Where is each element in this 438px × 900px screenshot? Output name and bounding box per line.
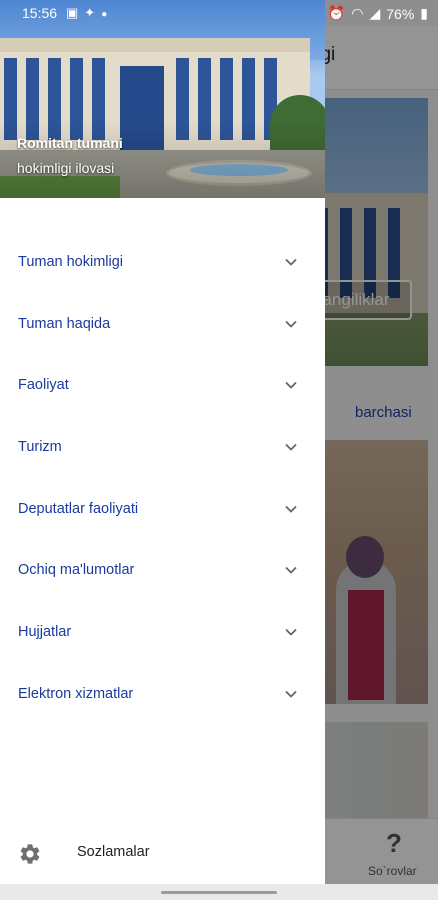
drawer-header-title: Romitan tumani xyxy=(17,135,123,151)
image-notification-icon: ▣ xyxy=(66,5,85,20)
menu-item-label: Tuman hokimligi xyxy=(18,253,124,270)
alarm-icon: ⏰ xyxy=(327,5,346,21)
menu-item-label: Elektron xizmatlar xyxy=(18,685,134,702)
chevron-down-icon xyxy=(285,443,297,451)
menu-item-label: Turizm xyxy=(18,438,62,455)
drawer-menu: Tuman hokimligi Tuman haqida Faoliyat Tu… xyxy=(0,231,325,725)
system-navigation-bar xyxy=(0,884,438,900)
menu-item-deputatlar-faoliyati[interactable]: Deputatlar faoliyati xyxy=(0,478,325,540)
menu-item-label: Hujjatlar xyxy=(18,623,72,640)
gear-icon xyxy=(20,844,40,864)
signal-icon: ◢ xyxy=(369,5,381,21)
menu-item-label: Deputatlar faoliyati xyxy=(18,500,139,517)
wifi-icon: ◠ xyxy=(351,5,364,21)
menu-item-hujjatlar[interactable]: Hujjatlar xyxy=(0,601,325,663)
menu-item-turizm[interactable]: Turizm xyxy=(0,416,325,478)
menu-item-label: Faoliyat xyxy=(18,377,69,394)
status-right: ⏰ ◠ ◢ 76% ▮ xyxy=(328,5,428,22)
settings-menu-item[interactable]: Sozlamalar xyxy=(0,818,325,884)
status-bar: 15:56 ▣✦● ⏰ ◠ ◢ 76% ▮ xyxy=(0,0,438,26)
menu-item-faoliyat[interactable]: Faoliyat xyxy=(0,354,325,416)
chevron-down-icon xyxy=(285,258,297,266)
notification-icons: ▣✦● xyxy=(66,5,113,21)
menu-item-tuman-haqida[interactable]: Tuman haqida xyxy=(0,293,325,355)
menu-item-label: Ochiq ma'lumotlar xyxy=(18,562,135,579)
settings-label: Sozlamalar xyxy=(77,844,150,860)
navigation-drawer: Romitan tumani hokimligi ilovasi Tuman h… xyxy=(0,0,325,884)
chevron-down-icon xyxy=(285,690,297,698)
chevron-down-icon xyxy=(285,320,297,328)
menu-item-tuman-hokimligi[interactable]: Tuman hokimligi xyxy=(0,231,325,293)
battery-percent: 76% xyxy=(386,5,415,22)
home-gesture-handle[interactable] xyxy=(161,891,277,894)
drawer-header-subtitle: hokimligi ilovasi xyxy=(17,160,115,176)
menu-item-label: Tuman haqida xyxy=(18,315,111,332)
status-time: 15:56 xyxy=(22,5,58,21)
chevron-down-icon xyxy=(285,382,297,389)
drawer-header-image: Romitan tumani hokimligi ilovasi xyxy=(0,0,325,198)
accessibility-icon: ✦ xyxy=(84,5,102,20)
dot-icon: ● xyxy=(101,9,114,20)
battery-icon: ▮ xyxy=(420,5,428,21)
menu-item-ochiq-malumotlar[interactable]: Ochiq ma'lumotlar xyxy=(0,539,325,601)
chevron-down-icon xyxy=(285,628,297,636)
chevron-down-icon xyxy=(285,567,297,575)
chevron-down-icon xyxy=(285,505,297,513)
menu-item-elektron-xizmatlar[interactable]: Elektron xizmatlar xyxy=(0,663,325,725)
